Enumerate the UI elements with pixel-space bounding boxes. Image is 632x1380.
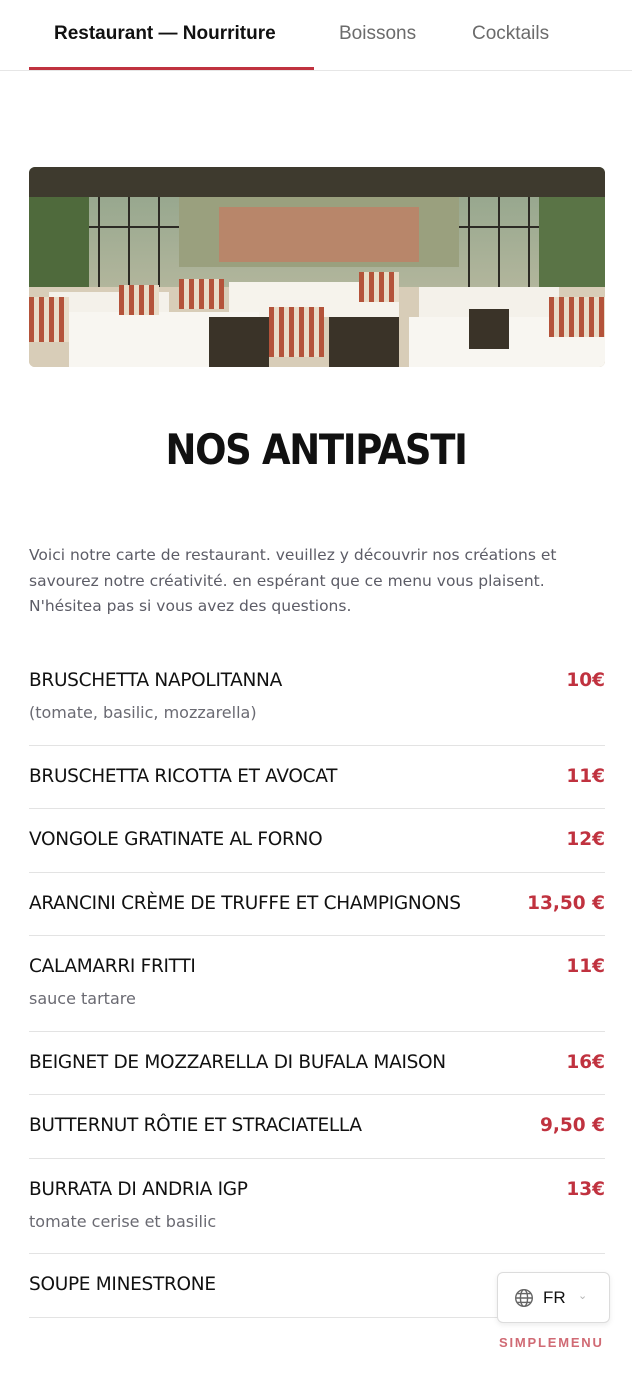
- item-price: 11€: [566, 765, 605, 787]
- menu-item[interactable]: BRUSCHETTA RICOTTA ET AVOCAT 11€: [29, 746, 605, 809]
- item-price: 10€: [566, 670, 605, 691]
- active-tab-indicator: [29, 67, 314, 70]
- language-selector[interactable]: FR ⌄: [497, 1272, 610, 1323]
- item-price: 16€: [566, 1051, 605, 1073]
- item-name: CALAMARRI FRITTI: [29, 956, 196, 977]
- item-name: BUTTERNUT RÔTIE ET STRACIATELLA: [29, 1115, 362, 1136]
- item-price: 12€: [566, 829, 605, 850]
- section-title: NOS ANTIPASTI: [165, 425, 467, 474]
- section-banner-image: [29, 167, 605, 367]
- item-price: 9,50 €: [540, 1115, 605, 1136]
- item-name: BURRATA DI ANDRIA IGP: [29, 1178, 248, 1200]
- menu-item[interactable]: BURRATA DI ANDRIA IGP 13€ tomate cerise …: [29, 1159, 605, 1254]
- restaurant-terrace-image: [29, 167, 605, 367]
- item-name: ARANCINI CRÈME DE TRUFFE ET CHAMPIGNONS: [29, 892, 461, 914]
- item-name: BEIGNET DE MOZZARELLA DI BUFALA MAISON: [29, 1051, 446, 1073]
- brand-logo[interactable]: SIMPLEMENU: [499, 1335, 604, 1350]
- menu-item[interactable]: BRUSCHETTA NAPOLITANNA 10€ (tomate, basi…: [29, 650, 605, 746]
- globe-icon: [514, 1288, 534, 1308]
- language-code: FR: [543, 1288, 566, 1307]
- menu-item[interactable]: VONGOLE GRATINATE AL FORNO 12€: [29, 809, 605, 873]
- item-price: 13€: [566, 1178, 605, 1200]
- item-description: tomate cerise et basilic: [29, 1211, 217, 1231]
- category-tabs: Restaurant — Nourriture Boissons Cocktai…: [0, 0, 632, 71]
- item-name: BRUSCHETTA RICOTTA ET AVOCAT: [29, 765, 338, 787]
- menu-item[interactable]: BUTTERNUT RÔTIE ET STRACIATELLA 9,50 €: [29, 1095, 605, 1159]
- menu-list: BRUSCHETTA NAPOLITANNA 10€ (tomate, basi…: [29, 650, 605, 1318]
- item-description: (tomate, basilic, mozzarella): [29, 703, 257, 722]
- item-name: BRUSCHETTA NAPOLITANNA: [29, 670, 282, 691]
- tab-cocktails[interactable]: Cocktails: [472, 0, 549, 71]
- chevron-down-icon: ⌄: [578, 1290, 588, 1302]
- item-name: VONGOLE GRATINATE AL FORNO: [29, 829, 323, 850]
- menu-item[interactable]: BEIGNET DE MOZZARELLA DI BUFALA MAISON 1…: [29, 1032, 605, 1095]
- item-price: 13,50 €: [527, 892, 605, 914]
- menu-item[interactable]: ARANCINI CRÈME DE TRUFFE ET CHAMPIGNONS …: [29, 873, 605, 936]
- menu-item[interactable]: CALAMARRI FRITTI 11€ sauce tartare: [29, 936, 605, 1032]
- section-intro: Voici notre carte de restaurant. veuille…: [29, 546, 557, 615]
- item-price: 11€: [566, 956, 605, 977]
- tab-boissons[interactable]: Boissons: [339, 0, 416, 71]
- item-description: sauce tartare: [29, 989, 136, 1008]
- item-name: SOUPE MINESTRONE: [29, 1274, 216, 1295]
- tab-restaurant-nourriture[interactable]: Restaurant — Nourriture: [54, 0, 276, 71]
